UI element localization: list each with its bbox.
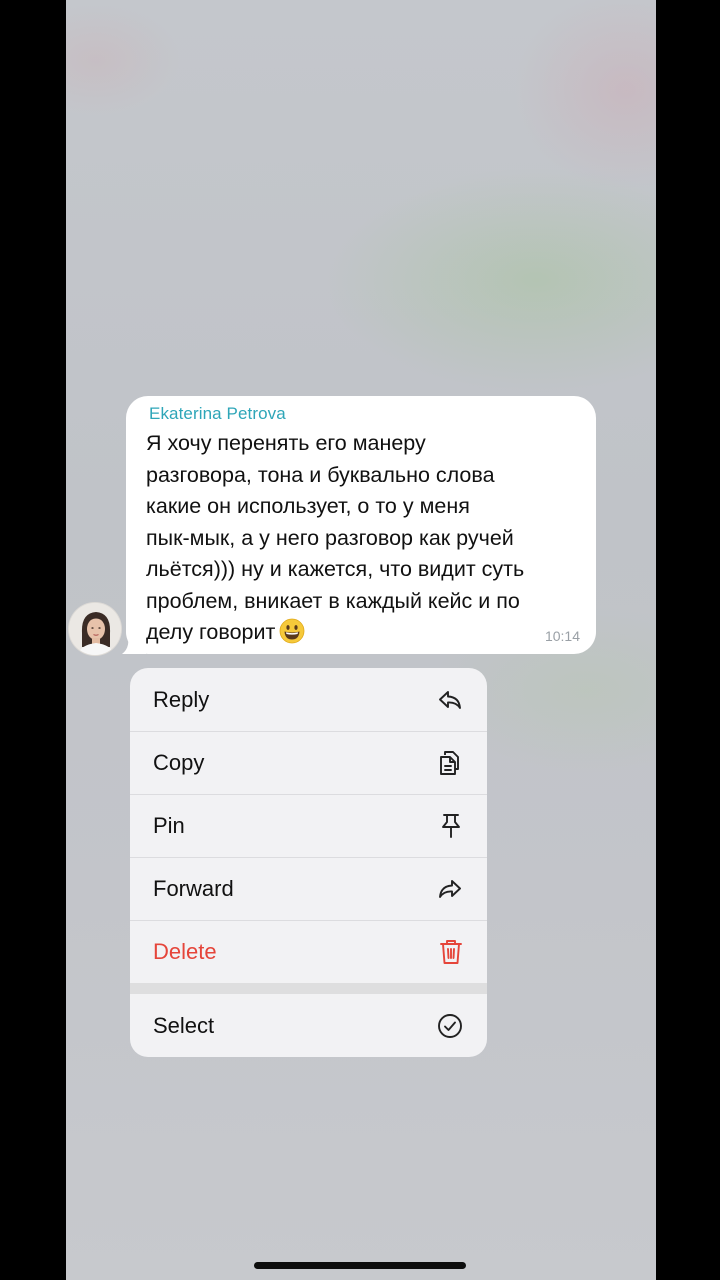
menu-section-gap xyxy=(130,983,487,994)
menu-item-copy[interactable]: Copy xyxy=(130,731,487,794)
message-body: Я хочу перенять его манеру разговора, то… xyxy=(146,431,525,644)
trash-icon xyxy=(439,938,463,966)
home-indicator[interactable] xyxy=(254,1262,466,1269)
message-time: 10:14 xyxy=(544,628,580,644)
message-text: Я хочу перенять его манеру разговора, то… xyxy=(146,428,586,649)
menu-item-label: Pin xyxy=(153,812,185,838)
menu-item-label: Copy xyxy=(153,749,205,775)
message-bubble[interactable]: Ekaterina Petrova Я хочу перенять его ма… xyxy=(126,396,596,654)
menu-item-pin[interactable]: Pin xyxy=(130,794,487,857)
menu-item-select[interactable]: Select xyxy=(130,994,487,1057)
sender-avatar[interactable] xyxy=(68,602,122,656)
forward-icon xyxy=(437,876,463,902)
check-circle-icon xyxy=(437,1013,463,1039)
context-menu: Reply Copy Pin Forward Delete Select xyxy=(130,668,487,1057)
menu-item-label: Select xyxy=(153,1012,215,1038)
pin-icon xyxy=(439,812,463,840)
menu-item-reply[interactable]: Reply xyxy=(130,668,487,731)
menu-item-label: Forward xyxy=(153,875,234,901)
sender-name[interactable]: Ekaterina Petrova xyxy=(149,404,286,424)
menu-item-delete[interactable]: Delete xyxy=(130,920,487,983)
grinning-face-emoji-icon xyxy=(279,618,305,644)
menu-item-label: Reply xyxy=(153,686,210,712)
menu-item-label: Delete xyxy=(153,938,217,964)
menu-item-forward[interactable]: Forward xyxy=(130,857,487,920)
copy-icon xyxy=(437,749,463,777)
reply-icon xyxy=(437,687,463,713)
